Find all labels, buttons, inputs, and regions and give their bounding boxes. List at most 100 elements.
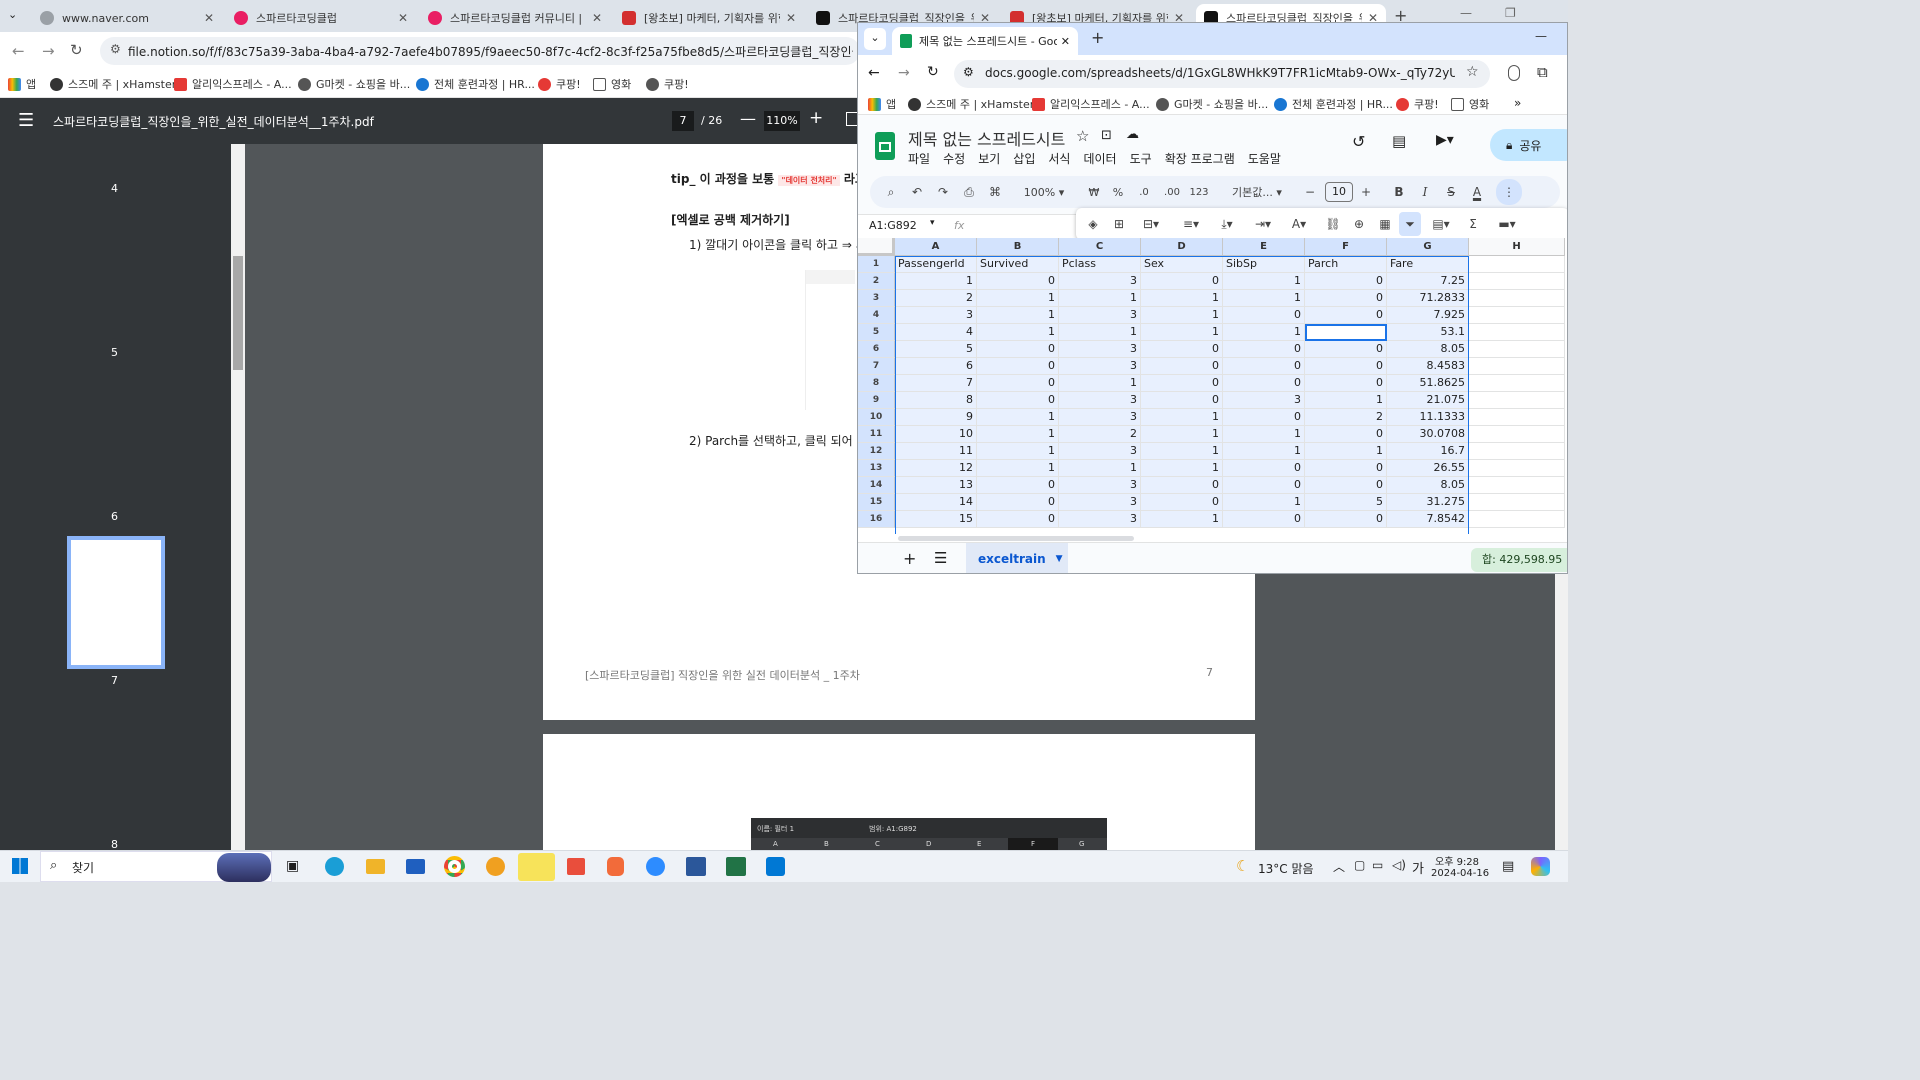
data-cell[interactable]: 1: [895, 273, 977, 290]
start-icon[interactable]: [12, 858, 28, 874]
row-header[interactable]: 7: [858, 358, 895, 375]
data-cell[interactable]: 1: [1223, 426, 1305, 443]
row-header[interactable]: 8: [858, 375, 895, 392]
data-cell[interactable]: 1: [1059, 460, 1141, 477]
menu-extensions[interactable]: 확장 프로그램: [1165, 150, 1235, 167]
data-cell[interactable]: 0: [1141, 341, 1223, 358]
empty-cell[interactable]: [1469, 256, 1565, 273]
share-button[interactable]: 🔒︎ 공유: [1490, 129, 1567, 161]
data-cell[interactable]: 3: [1059, 443, 1141, 460]
data-cell[interactable]: 3: [1059, 273, 1141, 290]
data-cell[interactable]: 0: [1305, 273, 1387, 290]
bookmark-item[interactable]: 쿠팡!: [646, 70, 689, 98]
menu-tools[interactable]: 도구: [1130, 150, 1152, 167]
data-cell[interactable]: 0: [1305, 341, 1387, 358]
zoom-icon[interactable]: [646, 857, 665, 876]
data-cell[interactable]: 1: [1141, 409, 1223, 426]
reload-icon[interactable]: ↻: [927, 64, 939, 80]
empty-cell[interactable]: [1469, 341, 1565, 358]
bookmark-item[interactable]: 스즈메 주 | xHamster: [50, 70, 176, 98]
app-icon[interactable]: [567, 858, 585, 875]
data-cell[interactable]: 2: [895, 290, 977, 307]
data-cell[interactable]: 0: [1305, 290, 1387, 307]
data-cell[interactable]: 3: [1059, 307, 1141, 324]
move-folder-icon[interactable]: ⊡: [1101, 128, 1112, 143]
forward-icon[interactable]: →: [898, 65, 910, 81]
bookmark-item[interactable]: 알리익스프레스 - A...: [1032, 93, 1150, 115]
data-cell[interactable]: 3: [895, 307, 977, 324]
sum-indicator[interactable]: 합: 429,598.95: [1471, 548, 1567, 572]
bookmark-item[interactable]: 전체 훈련과정 | HR...: [416, 70, 535, 98]
data-cell[interactable]: 0: [1223, 511, 1305, 528]
insert-link-icon[interactable]: ⛓: [1320, 208, 1346, 240]
empty-cell[interactable]: [1469, 477, 1565, 494]
page-number-input[interactable]: 7: [672, 111, 694, 131]
column-header-a[interactable]: A: [895, 238, 977, 256]
data-cell[interactable]: 1: [1141, 324, 1223, 341]
spreadsheet-grid[interactable]: ABCDEFGH 1 PassengerId Survived Pclass Sex Si…: [858, 238, 1567, 534]
empty-cell[interactable]: [1469, 324, 1565, 341]
data-cell[interactable]: 3: [1059, 358, 1141, 375]
browser-tab[interactable]: 스파르타코딩클럽 ✕: [226, 4, 416, 32]
data-cell[interactable]: 0: [1223, 409, 1305, 426]
data-cell[interactable]: 1: [1305, 443, 1387, 460]
font-size-decrease-icon[interactable]: −: [1300, 176, 1320, 208]
bookmark-item[interactable]: 스즈메 주 | xHamster: [908, 93, 1034, 115]
data-cell[interactable]: 3: [1059, 392, 1141, 409]
bold-icon[interactable]: B: [1386, 176, 1412, 208]
data-cell[interactable]: 1: [977, 290, 1059, 307]
data-cell[interactable]: 5: [1305, 494, 1387, 511]
bookmark-item[interactable]: 알리익스프레스 - A...: [174, 70, 292, 98]
more-options-icon[interactable]: ⋮: [1496, 179, 1522, 205]
empty-cell[interactable]: [1469, 375, 1565, 392]
header-cell[interactable]: PassengerId: [895, 256, 977, 273]
excel-icon[interactable]: [726, 857, 746, 876]
doc-title[interactable]: 제목 없는 스프레드시트: [908, 126, 1065, 150]
data-cell[interactable]: 1: [1141, 511, 1223, 528]
data-cell[interactable]: 0: [1223, 460, 1305, 477]
more-formats-button[interactable]: 123: [1186, 176, 1212, 208]
row-header[interactable]: 6: [858, 341, 895, 358]
recorder-icon[interactable]: [607, 857, 624, 876]
vscode-icon[interactable]: [766, 857, 785, 876]
minimize-icon[interactable]: —: [1460, 6, 1472, 20]
meet-icon[interactable]: ▶▾: [1436, 132, 1454, 148]
data-cell[interactable]: 8.4583: [1387, 358, 1469, 375]
row-header[interactable]: 3: [858, 290, 895, 307]
data-cell[interactable]: 0: [1141, 375, 1223, 392]
column-header-f[interactable]: F: [1305, 238, 1387, 256]
row-header[interactable]: 1: [858, 256, 895, 273]
row-header[interactable]: 9: [858, 392, 895, 409]
star-icon[interactable]: ☆: [1076, 127, 1089, 145]
data-cell[interactable]: 1: [977, 443, 1059, 460]
menu-edit[interactable]: 수정: [943, 150, 965, 167]
ime-indicator[interactable]: 가: [1412, 858, 1424, 877]
data-cell[interactable]: 11: [895, 443, 977, 460]
more-bookmarks-icon[interactable]: »: [1514, 96, 1521, 110]
bookmark-item[interactable]: G마켓 - 쇼핑을 바...: [298, 70, 410, 98]
tab-list-chevron-icon[interactable]: ⌄: [8, 8, 17, 21]
address-bar[interactable]: ⚙ file.notion.so/f/f/83c75a39-3aba-4ba4-…: [100, 37, 860, 65]
data-cell[interactable]: 0: [977, 341, 1059, 358]
row-header[interactable]: 2: [858, 273, 895, 290]
zoom-in-icon[interactable]: +: [809, 108, 823, 128]
data-cell[interactable]: 0: [977, 392, 1059, 409]
data-cell[interactable]: 0: [1305, 426, 1387, 443]
clock-date[interactable]: 2024-04-16: [1431, 868, 1489, 879]
header-cell[interactable]: Parch: [1305, 256, 1387, 273]
vertical-align-icon[interactable]: ⤓▾: [1210, 208, 1244, 240]
zoom-level-input[interactable]: 110%: [764, 111, 800, 131]
site-info-icon[interactable]: ⚙: [110, 42, 121, 56]
name-box[interactable]: A1:G892: [869, 219, 917, 232]
text-color-icon[interactable]: A: [1464, 176, 1490, 208]
column-header-h[interactable]: H: [1469, 238, 1565, 256]
menu-view[interactable]: 보기: [978, 150, 1000, 167]
data-cell[interactable]: 0: [1141, 358, 1223, 375]
data-cell[interactable]: 0: [977, 375, 1059, 392]
data-cell[interactable]: 12: [895, 460, 977, 477]
data-cell[interactable]: 0: [977, 358, 1059, 375]
edge-icon[interactable]: [325, 857, 344, 876]
data-cell[interactable]: 3: [1059, 409, 1141, 426]
header-cell[interactable]: Fare: [1387, 256, 1469, 273]
search-icon[interactable]: ⌕: [878, 176, 904, 208]
